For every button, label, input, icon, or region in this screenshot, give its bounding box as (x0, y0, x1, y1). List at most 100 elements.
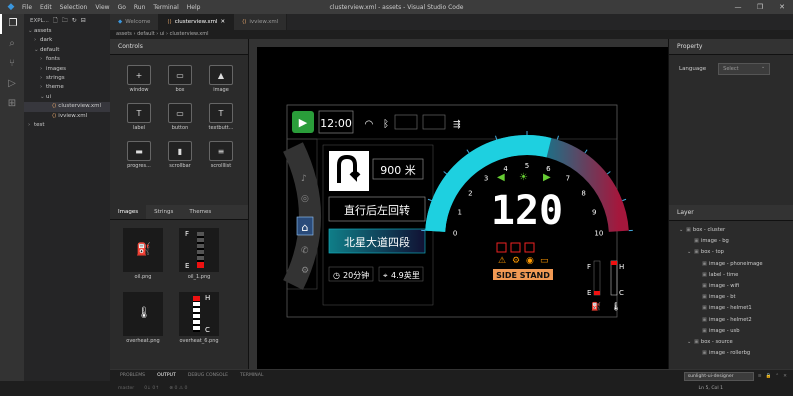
cursor-position[interactable]: Ln 5, Col 1 (699, 386, 723, 391)
cluster-frame (286, 104, 618, 318)
folder-item[interactable]: ⌄default (24, 46, 110, 55)
image-item-oil[interactable]: ⛽ oil.png (118, 228, 168, 286)
nav-road-name: 北星大道四段 (344, 235, 410, 249)
menu-terminal[interactable]: Terminal (153, 4, 178, 11)
control-scrolllist[interactable]: ≡ scrolllist (202, 141, 240, 175)
layer-item[interactable]: ▣ image - bt (669, 292, 793, 303)
menu-file[interactable]: File (22, 4, 32, 11)
problems-count[interactable]: ⊗ 0 ⚠ 0 (169, 386, 187, 391)
image-item-oil-1[interactable]: F E oil_1.png (174, 228, 224, 286)
layer-item[interactable]: ⌄ ▣ box - cluster (669, 225, 793, 236)
new-file-icon[interactable]: 🗋 (53, 16, 58, 26)
vscode-tab-icon: ◆ (118, 19, 123, 25)
run-debug-icon[interactable]: ▷ (0, 74, 24, 94)
tab-images[interactable]: Images (110, 205, 147, 219)
control-label: scrollbar (169, 163, 191, 169)
layer-item[interactable]: ⌄ ▣ box - source (669, 337, 793, 348)
menu-help[interactable]: Help (187, 4, 201, 11)
menu-view[interactable]: View (95, 4, 109, 11)
layer-item[interactable]: ▣ image - wifi (669, 281, 793, 292)
control-progres[interactable]: ▬ progres... (120, 141, 158, 175)
maximize-panel-icon[interactable]: ⌃ (775, 374, 779, 379)
design-canvas[interactable]: ▶ 12:00 ◜◝ ᛒ ⇶ ⌂ ♪ ◎ ✆ ⚙ 900 米 直行后左回转 北星… (249, 39, 668, 369)
layer-item[interactable]: ▣ image - helmet1 (669, 303, 793, 314)
control-icon: + (127, 65, 151, 85)
language-select[interactable]: Select (718, 62, 771, 75)
layer-item[interactable]: ▣ label - time (669, 270, 793, 281)
lock-icon[interactable]: 🔒 (766, 374, 772, 379)
layer-item[interactable]: ▣ image - usb (669, 326, 793, 337)
new-folder-icon[interactable]: 🗀 (62, 16, 68, 26)
layer-item[interactable]: ⌄ ▣ box - top (669, 247, 793, 258)
file-item[interactable]: ⟨⟩ ivview.xml (24, 112, 110, 121)
control-label: button (171, 125, 189, 131)
speed-value: 120 (491, 188, 563, 234)
file-item[interactable]: ⟨⟩ clusterview.xml (24, 102, 110, 112)
xml-file-icon: ⟨⟩ (52, 112, 57, 119)
editor-tab[interactable]: ◆ Welcome (110, 14, 160, 30)
control-scrollbar[interactable]: ▮ scrollbar (161, 141, 199, 175)
tab-debug-console[interactable]: DEBUG CONSOLE (188, 373, 228, 378)
layer-item[interactable]: ▣ image - helmet2 (669, 315, 793, 326)
output-channel-select[interactable]: sunlight-ui-designer (683, 371, 754, 381)
collapse-all-icon[interactable]: ⊟ (81, 17, 86, 24)
menu-selection[interactable]: Selection (60, 4, 88, 11)
fuel-pump-icon: ⛽ (136, 242, 151, 256)
editor-tab[interactable]: ⟨⟩ ivview.xml (234, 14, 288, 30)
title-bar: ◆ File Edit Selection View Go Run Terminal Help… (0, 0, 793, 14)
layer-node-icon: ▣ (702, 305, 707, 312)
close-panel-icon[interactable]: ✕ (783, 374, 787, 379)
source-control-icon[interactable]: ⑂ (0, 54, 24, 74)
folder-item[interactable]: › dark (24, 36, 110, 45)
xml-file-icon: ⟨⟩ (242, 19, 247, 25)
search-icon[interactable]: ⌕ (0, 34, 24, 54)
control-box[interactable]: ▭ box (161, 65, 199, 99)
explorer-icon[interactable]: ❐ (0, 14, 24, 34)
temp-bar-high (611, 261, 617, 265)
folder-item[interactable]: ⌄ui (24, 93, 110, 102)
control-textbutt[interactable]: Ttextbutt... (202, 103, 240, 137)
clear-output-icon[interactable]: ≡ (758, 374, 762, 379)
control-label[interactable]: Tlabel (120, 103, 158, 137)
folder-item[interactable]: ⌄assets (24, 27, 110, 36)
refresh-icon[interactable]: ↻ (72, 17, 77, 24)
layer-label: image - bt (708, 294, 736, 301)
tab-problems[interactable]: PROBLEMS (120, 373, 145, 378)
rpm-tick (466, 149, 470, 154)
menu-edit[interactable]: Edit (40, 4, 52, 11)
tab-output[interactable]: OUTPUT (157, 373, 176, 378)
folder-item[interactable]: › strings (24, 74, 110, 83)
layer-item[interactable]: ▣ image - phoneimage (669, 259, 793, 270)
control-icon: T (209, 103, 233, 123)
folder-item[interactable]: › theme (24, 83, 110, 92)
close-tab-icon[interactable]: ✕ (220, 19, 225, 25)
layer-node-icon: ▣ (694, 338, 699, 345)
folder-item[interactable]: › images (24, 65, 110, 74)
menu-go[interactable]: Go (118, 4, 126, 11)
folder-item[interactable]: › fonts (24, 55, 110, 64)
tab-terminal[interactable]: TERMINAL (240, 373, 263, 378)
minimize-button[interactable]: — (727, 0, 749, 14)
editor-tab[interactable]: ⟨⟩ clusterview.xml ✕ (159, 14, 235, 30)
control-button[interactable]: ▭ button (161, 103, 199, 137)
sync-status[interactable]: 0↓ 0↑ (144, 386, 159, 391)
control-label: progres... (127, 163, 151, 169)
layer-item[interactable]: ▣ image - bg (669, 236, 793, 247)
layer-item[interactable]: ▣ image - rollerbg (669, 348, 793, 359)
folder-item[interactable]: › test (24, 121, 110, 130)
tab-strings[interactable]: Strings (146, 205, 181, 219)
git-branch[interactable]: master (118, 386, 134, 391)
control-image[interactable]: ▲ image (202, 65, 240, 99)
menu-run[interactable]: Run (134, 4, 146, 11)
rpm-tick-label: 10 (594, 229, 603, 237)
tree-item-label: clusterview.xml (58, 103, 102, 110)
tab-themes[interactable]: Themes (181, 205, 219, 219)
image-item-overheat-6[interactable]: H C overheat_6.png (174, 292, 224, 350)
canvas-stage[interactable]: ▶ 12:00 ◜◝ ᛒ ⇶ ⌂ ♪ ◎ ✆ ⚙ 900 米 直行后左回转 北星… (257, 47, 668, 369)
control-label: label (132, 125, 146, 131)
control-window[interactable]: + window (120, 65, 158, 99)
image-item-overheat[interactable]: 🌡 overheat.png (118, 292, 168, 350)
maximize-button[interactable]: ❐ (749, 0, 771, 14)
extensions-icon[interactable]: ⊞ (0, 94, 24, 114)
close-button[interactable]: ✕ (771, 0, 793, 14)
